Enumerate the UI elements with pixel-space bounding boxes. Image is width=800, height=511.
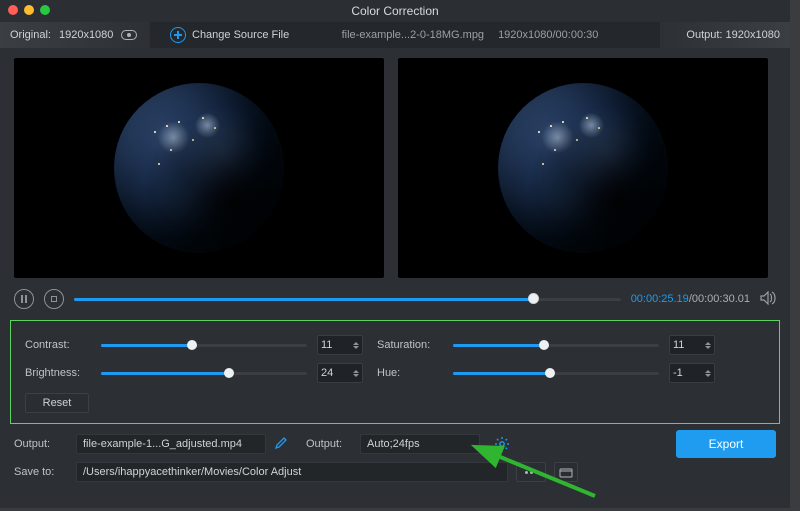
source-stream-info: 1920x1080/00:00:30 [498,29,598,41]
hue-control: Hue: -1 [377,363,715,383]
output-resolution: 1920x1080 [726,29,780,41]
title-bar: Color Correction [0,0,790,22]
brightness-label: Brightness: [25,367,91,379]
hue-slider[interactable] [453,364,659,382]
close-icon[interactable] [8,5,18,15]
original-resolution: 1920x1080 [59,29,113,41]
brightness-control: Brightness: 24 [25,363,363,383]
saturation-stepper[interactable]: 11 [669,335,715,355]
change-source-label: Change Source File [192,29,289,41]
transport-bar: 00:00:25.19/00:00:30.01 [0,284,790,314]
output-preset-label: Output: [306,438,352,450]
original-badge: Original: 1920x1080 [0,22,150,48]
minimize-icon[interactable] [24,5,34,15]
plus-icon [170,27,186,43]
preview-original [14,58,384,278]
browse-button[interactable] [516,462,546,482]
output-file-label: Output: [14,438,68,450]
saturation-label: Saturation: [377,339,443,351]
save-to-field[interactable]: /Users/ihappyacethinker/Movies/Color Adj… [76,462,508,482]
volume-icon[interactable] [760,291,776,308]
stop-button[interactable] [44,289,64,309]
window-controls [8,5,50,15]
export-button[interactable]: Export [676,430,776,458]
save-to-label: Save to: [14,466,68,478]
open-folder-button[interactable] [554,462,578,482]
preview-output [398,58,768,278]
output-label: Output: [686,29,722,41]
hue-stepper[interactable]: -1 [669,363,715,383]
time-total: 00:00:30.01 [692,293,750,305]
hue-label: Hue: [377,367,443,379]
output-badge: Output: 1920x1080 [660,22,790,48]
source-filename: file-example...2-0-18MG.mpg [342,29,484,41]
contrast-control: Contrast: 11 [25,335,363,355]
reset-button[interactable]: Reset [25,393,89,413]
change-source-button[interactable]: Change Source File [170,27,289,43]
color-correction-window: Color Correction Original: 1920x1080 Cha… [0,0,790,508]
saturation-slider[interactable] [453,336,659,354]
earth-image [114,83,284,253]
output-file-field[interactable]: file-example-1...G_adjusted.mp4 [76,434,266,454]
contrast-slider[interactable] [101,336,307,354]
output-preset-field[interactable]: Auto;24fps [360,434,480,454]
window-title: Color Correction [0,4,790,18]
brightness-slider[interactable] [101,364,307,382]
brightness-stepper[interactable]: 24 [317,363,363,383]
earth-image [498,83,668,253]
seek-slider[interactable] [74,289,621,309]
time-display: 00:00:25.19/00:00:30.01 [631,293,750,305]
header-bar: Original: 1920x1080 Change Source File f… [0,22,790,48]
saturation-control: Saturation: 11 [377,335,715,355]
settings-gear-icon[interactable] [494,436,510,452]
edit-output-icon[interactable] [274,436,288,453]
preview-eye-icon[interactable] [121,30,137,40]
original-label: Original: [10,29,51,41]
color-controls-panel: Contrast: 11 Saturation: 11 Brightness: … [10,320,780,424]
preview-area [0,48,790,284]
pause-button[interactable] [14,289,34,309]
contrast-stepper[interactable]: 11 [317,335,363,355]
footer: Output: file-example-1...G_adjusted.mp4 … [0,428,790,488]
contrast-label: Contrast: [25,339,91,351]
time-current: 00:00:25.19 [631,293,689,305]
maximize-icon[interactable] [40,5,50,15]
